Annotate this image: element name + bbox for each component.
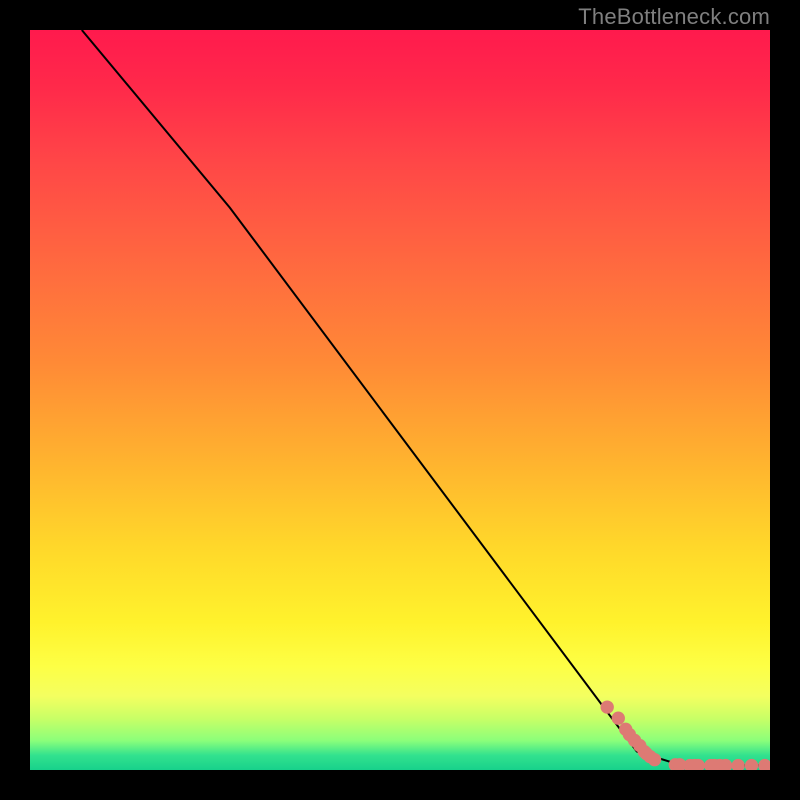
watermark-text: TheBottleneck.com	[578, 4, 770, 30]
chart-frame: TheBottleneck.com	[0, 0, 800, 800]
plot-area	[30, 30, 770, 770]
gradient-background	[30, 30, 770, 770]
